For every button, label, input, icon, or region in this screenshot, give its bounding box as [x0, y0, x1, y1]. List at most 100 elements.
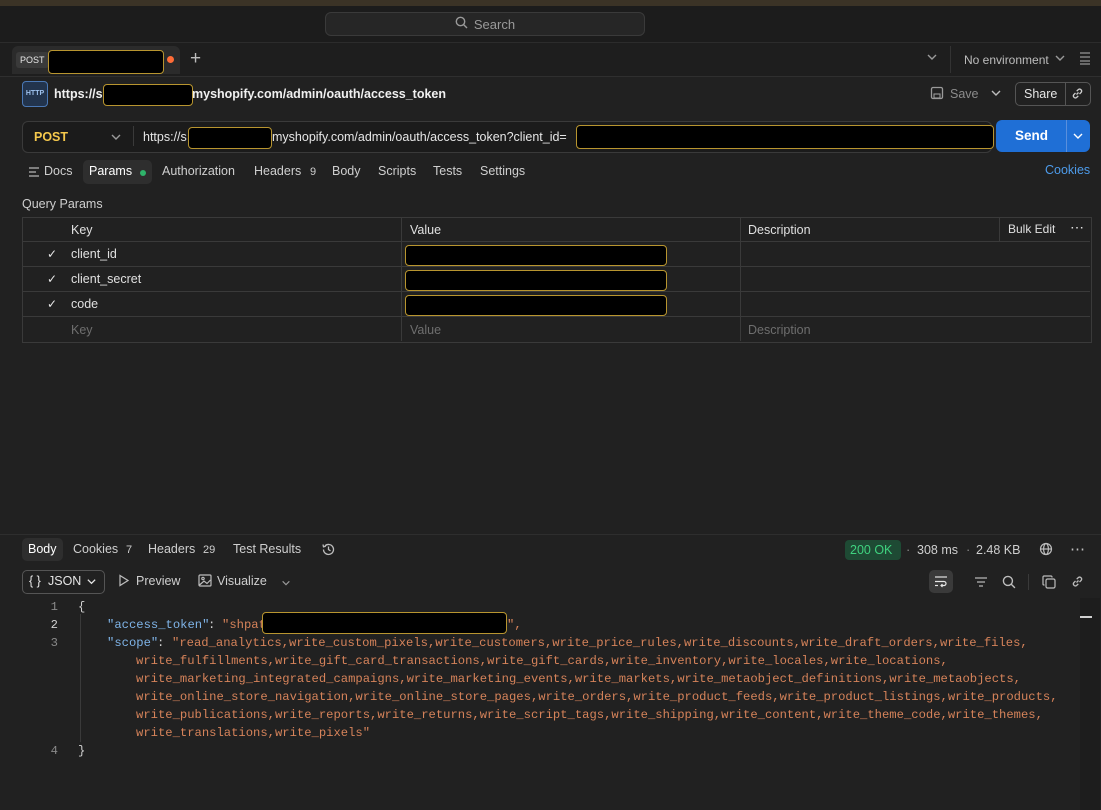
tab-authorization[interactable]: Authorization — [162, 164, 235, 178]
new-param-value-input[interactable]: Value — [410, 323, 441, 337]
params-active-dot-icon — [140, 170, 146, 176]
line-number: 2 — [50, 618, 58, 632]
param-key[interactable]: code — [71, 297, 98, 311]
json-value-scope-line: write_translations,write_pixels" — [136, 726, 371, 740]
tab-body[interactable]: Body — [332, 164, 361, 178]
divider — [1065, 82, 1066, 106]
tabs-chevron-down-icon[interactable] — [926, 51, 938, 66]
table-divider — [22, 291, 1090, 292]
column-header-description: Description — [748, 223, 811, 237]
url-input[interactable]: myshopify.com/admin/oauth/access_token?c… — [272, 130, 567, 144]
preview-button[interactable]: Preview — [136, 574, 180, 588]
row-checkbox[interactable]: ✓ — [45, 272, 59, 286]
response-tab-headers[interactable]: Headers — [148, 542, 195, 556]
link-icon[interactable] — [1071, 87, 1084, 103]
search-icon — [455, 16, 468, 32]
json-value-scope-line: write_publications,write_reports,write_r… — [136, 708, 1043, 722]
status-badge: 200 OK — [850, 543, 893, 557]
url-input-prefix[interactable]: https://s — [143, 130, 187, 144]
table-divider — [401, 217, 402, 341]
play-icon — [118, 574, 130, 590]
row-checkbox[interactable]: ✓ — [45, 247, 59, 261]
tab-params[interactable]: Params — [89, 164, 132, 178]
response-more-icon[interactable]: ⋯ — [1070, 540, 1085, 558]
more-options-icon[interactable]: ⋯ — [1070, 219, 1084, 236]
history-icon[interactable] — [321, 542, 336, 560]
environment-quick-look-icon[interactable] — [1078, 51, 1092, 69]
table-divider — [22, 266, 1090, 267]
save-button[interactable]: Save — [950, 87, 979, 101]
tab-method-badge: POST — [16, 52, 49, 68]
table-divider — [22, 316, 1090, 317]
network-globe-icon[interactable] — [1039, 542, 1054, 560]
cookies-link[interactable]: Cookies — [1045, 163, 1090, 177]
json-value-scope-line: "read_analytics,write_custom_pixels,writ… — [172, 636, 1028, 650]
format-chevron-down-icon — [86, 575, 97, 590]
line-number: 4 — [50, 744, 58, 758]
tab-settings[interactable]: Settings — [480, 164, 525, 178]
redacted-param-value — [405, 270, 667, 291]
tab-tests[interactable]: Tests — [433, 164, 462, 178]
divider — [1066, 120, 1067, 152]
search-response-icon[interactable] — [1002, 575, 1016, 592]
new-param-key-input[interactable]: Key — [71, 323, 93, 337]
send-chevron-down-icon[interactable] — [1072, 130, 1084, 145]
new-tab-plus-icon[interactable]: + — [190, 48, 201, 70]
response-tab-body[interactable]: Body — [28, 542, 57, 556]
response-body-editor[interactable]: 1 2 3 4 { "access_token" : "shpat ", "sc… — [0, 598, 1101, 810]
redacted-shop-name — [103, 84, 193, 106]
line-number: 1 — [50, 600, 58, 614]
visualize-button[interactable]: Visualize — [217, 574, 267, 588]
response-tab-test-results[interactable]: Test Results — [233, 542, 301, 556]
json-value-scope-line: write_marketing_integrated_campaigns,wri… — [136, 672, 1021, 686]
environment-select[interactable]: No environment — [964, 53, 1049, 67]
bulk-edit-button[interactable]: Bulk Edit — [1008, 222, 1055, 236]
json-colon: : — [208, 618, 223, 632]
search-input[interactable]: Search — [325, 12, 645, 36]
scrollbar-marker — [1080, 616, 1092, 618]
redacted-access-token — [262, 612, 507, 634]
json-braces-icon: { } — [29, 574, 41, 588]
redacted-param-value — [405, 295, 667, 316]
new-param-description-input[interactable]: Description — [748, 323, 811, 337]
save-icon — [930, 86, 944, 103]
share-button[interactable]: Share — [1024, 87, 1057, 101]
editor-scrollbar[interactable] — [1080, 598, 1100, 810]
divider — [133, 126, 134, 146]
method-chevron-down-icon[interactable] — [110, 131, 122, 146]
response-link-icon[interactable] — [1071, 575, 1084, 591]
tab-docs[interactable]: Docs — [44, 164, 72, 178]
request-title: myshopify.com/admin/oauth/access_token — [192, 87, 447, 101]
param-key[interactable]: client_id — [71, 247, 117, 261]
wrap-lines-icon[interactable] — [934, 575, 948, 591]
dot-separator: · — [906, 542, 911, 557]
save-chevron-down-icon[interactable] — [990, 87, 1002, 102]
response-tab-cookies[interactable]: Cookies — [73, 542, 118, 556]
param-key[interactable]: client_secret — [71, 272, 141, 286]
search-placeholder: Search — [473, 16, 516, 32]
copy-icon[interactable] — [1042, 575, 1056, 592]
tab-scripts[interactable]: Scripts — [378, 164, 416, 178]
table-divider — [22, 241, 1090, 242]
request-title-prefix: https://s — [54, 87, 103, 101]
json-key-scope: "scope" — [107, 636, 159, 650]
headers-count: 9 — [310, 166, 317, 178]
json-colon: : — [157, 636, 172, 650]
docs-icon — [28, 166, 40, 181]
visualize-chevron-down-icon[interactable] — [281, 576, 291, 591]
column-header-value: Value — [410, 223, 442, 237]
image-icon — [198, 574, 212, 590]
json-value-access-token: "shpat — [222, 618, 266, 632]
tab-headers[interactable]: Headers — [254, 164, 301, 178]
env-chevron-down-icon[interactable] — [1054, 52, 1066, 67]
row-checkbox[interactable]: ✓ — [45, 297, 59, 311]
json-value-scope-line: write_online_store_navigation,write_onli… — [136, 690, 1058, 704]
redacted-url-shop — [188, 127, 272, 149]
table-divider — [740, 217, 741, 341]
redacted-tab-name — [48, 50, 164, 74]
filter-icon[interactable] — [974, 576, 988, 591]
method-select[interactable]: POST — [34, 130, 68, 144]
indent-guide — [80, 614, 81, 742]
send-button[interactable]: Send — [1015, 128, 1048, 143]
divider — [950, 46, 951, 73]
